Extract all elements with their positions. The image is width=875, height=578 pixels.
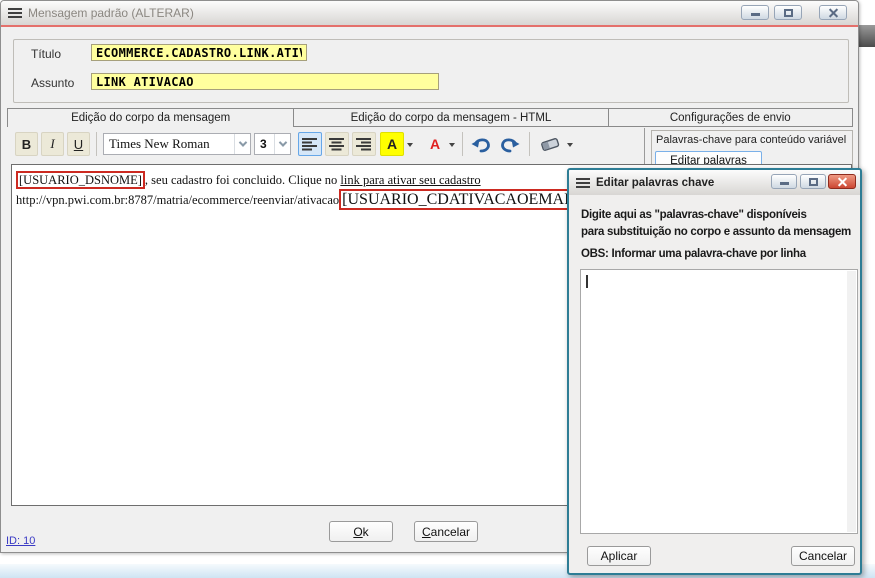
ok-button[interactable]: Ok <box>329 521 393 542</box>
dialog-cancel-button[interactable]: Cancelar <box>791 546 855 566</box>
cancel-button[interactable]: Cancelar <box>414 521 478 542</box>
minimize-button[interactable] <box>741 5 769 20</box>
minimize-icon <box>780 182 789 185</box>
assunto-label: Assunto <box>31 76 74 90</box>
maximize-icon <box>809 178 818 186</box>
assunto-input[interactable] <box>91 73 439 90</box>
redo-arrow-icon <box>499 136 520 153</box>
undo-button[interactable] <box>469 132 493 156</box>
record-id-link[interactable]: ID: 10 <box>6 535 35 547</box>
toolbar-separator <box>462 132 463 156</box>
maximize-icon <box>784 9 793 17</box>
undo-arrow-icon <box>471 136 492 153</box>
dialog-minimize-button[interactable] <box>771 174 797 189</box>
menu-icon[interactable] <box>576 178 590 188</box>
font-family-value: Times New Roman <box>104 136 234 152</box>
scrollbar-track[interactable] <box>847 271 856 532</box>
titlebar-accent-line <box>1 25 858 27</box>
align-right-button[interactable] <box>352 132 376 156</box>
align-left-icon <box>302 137 318 151</box>
align-center-button[interactable] <box>325 132 349 156</box>
tab-configuracoes-envio[interactable]: Configurações de envio <box>609 109 852 127</box>
chevron-down-icon[interactable] <box>274 134 290 154</box>
toolbar-separator <box>96 132 97 156</box>
font-color-button[interactable]: A <box>425 132 445 156</box>
caret-down-icon[interactable] <box>449 143 455 147</box>
tab-edicao-corpo-html[interactable]: Edição do corpo da mensagem - HTML <box>294 109 608 127</box>
main-titlebar[interactable]: Mensagem padrão (ALTERAR) <box>1 1 858 25</box>
editor-underlined-text: link para ativar seu cadastro <box>340 173 480 187</box>
dialog-close-button[interactable] <box>828 174 856 189</box>
align-left-button[interactable] <box>298 132 322 156</box>
caret-down-icon[interactable] <box>407 143 413 147</box>
edit-keywords-dialog: Editar palavras chave Digite aqui as "pa… <box>567 168 862 575</box>
titulo-input[interactable] <box>91 44 307 61</box>
highlight-color-button[interactable]: A <box>380 132 404 156</box>
close-button[interactable] <box>819 5 847 20</box>
redo-button[interactable] <box>497 132 521 156</box>
keywords-textarea[interactable] <box>581 270 857 533</box>
caret-down-icon[interactable] <box>567 143 573 147</box>
text-caret-icon <box>586 275 588 288</box>
dialog-title: Editar palavras chave <box>596 177 714 189</box>
keywords-panel-label: Palavras-chave para conteúdo variável <box>656 134 846 146</box>
keywords-textarea-frame <box>580 269 858 534</box>
font-family-select[interactable]: Times New Roman <box>103 133 251 155</box>
editor-url-text: http://vpn.pwi.com.br:8787/matria/ecomme… <box>16 193 339 207</box>
dialog-titlebar[interactable]: Editar palavras chave <box>569 170 860 195</box>
italic-button[interactable]: I <box>41 132 64 156</box>
eraser-icon <box>539 136 561 152</box>
chevron-down-icon[interactable] <box>234 134 250 154</box>
editor-text: , seu cadastro foi concluido. Clique no <box>145 173 340 187</box>
minimize-icon <box>751 13 760 16</box>
keyword-annotation-box: [USUARIO_CDATIVACAOEMAIL] <box>339 189 587 210</box>
bold-button[interactable]: B <box>15 132 38 156</box>
underline-button[interactable]: U <box>67 132 90 156</box>
font-size-value: 3 <box>255 137 274 151</box>
align-right-icon <box>356 137 372 151</box>
dialog-instruction-line-1: Digite aqui as "palavras-chave" disponív… <box>581 207 807 224</box>
toolbar-divider <box>644 128 645 164</box>
apply-button[interactable]: Aplicar <box>587 546 651 566</box>
keyword-annotation-box: [USUARIO_DSNOME] <box>16 171 145 189</box>
eraser-button[interactable] <box>537 132 563 156</box>
toolbar-separator <box>529 132 530 156</box>
tab-edicao-corpo[interactable]: Edição do corpo da mensagem <box>8 109 294 127</box>
window-title: Mensagem padrão (ALTERAR) <box>28 6 194 20</box>
align-center-icon <box>329 137 345 151</box>
dialog-instruction-line-2: para substituição no corpo e assunto da … <box>581 224 851 241</box>
titulo-label: Título <box>31 47 61 61</box>
dialog-maximize-button[interactable] <box>800 174 826 189</box>
font-size-select[interactable]: 3 <box>254 133 291 155</box>
tab-bar: Edição do corpo da mensagem Edição do co… <box>7 108 853 127</box>
menu-icon[interactable] <box>8 8 22 18</box>
maximize-button[interactable] <box>774 5 802 20</box>
dialog-obs-line: OBS: Informar uma palavra-chave por linh… <box>581 246 806 263</box>
